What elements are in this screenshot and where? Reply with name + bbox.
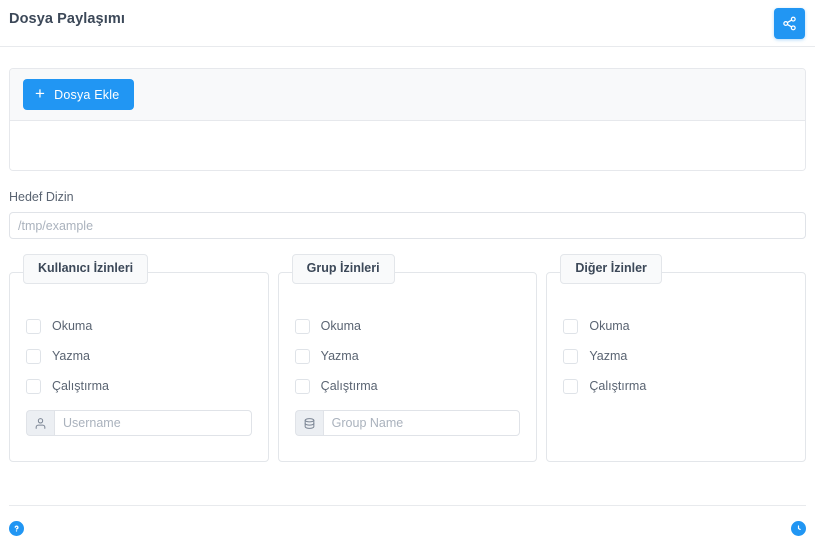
- groupname-input[interactable]: [322, 410, 521, 436]
- group-perm-execute-checkbox[interactable]: [294, 378, 310, 394]
- group-perm-read-checkbox[interactable]: [294, 318, 310, 334]
- group-perm-write-checkbox[interactable]: [294, 348, 310, 364]
- group-perm-write-row[interactable]: Yazma: [294, 341, 521, 371]
- user-perm-execute-label: Çalıştırma: [52, 379, 109, 393]
- other-permissions-fieldset: Diğer İzinler Okuma Yazma Çalıştırma: [546, 254, 807, 462]
- group-permissions-fieldset: Grup İzinleri Okuma Yazma Çalıştırma: [277, 254, 538, 462]
- group-perm-read-row[interactable]: Okuma: [294, 311, 521, 341]
- page-title: Dosya Paylaşımı: [9, 11, 125, 27]
- group-perm-read-label: Okuma: [320, 319, 361, 333]
- target-dir-label: Hedef Dizin: [9, 190, 74, 204]
- username-input-group: [26, 410, 252, 436]
- group-perm-execute-row[interactable]: Çalıştırma: [294, 371, 521, 401]
- other-perm-read-label: Okuma: [589, 319, 630, 333]
- database-icon: [294, 410, 323, 436]
- group-perm-execute-label: Çalıştırma: [320, 379, 378, 393]
- add-file-button[interactable]: + Dosya Ekle: [23, 79, 135, 110]
- file-list-card: + Dosya Ekle: [9, 68, 806, 171]
- user-perm-read-checkbox[interactable]: [26, 318, 41, 334]
- other-permissions-body: Okuma Yazma Çalıştırma: [547, 311, 805, 401]
- clock-circle-icon: [793, 523, 804, 534]
- file-list-toolbar: + Dosya Ekle: [10, 69, 805, 121]
- permissions-row: Kullanıcı İzinleri Okuma Yazma Çalıştırm…: [9, 254, 807, 462]
- target-dir-input[interactable]: [9, 212, 806, 239]
- user-icon: [26, 410, 54, 436]
- other-perm-execute-checkbox[interactable]: [563, 378, 579, 394]
- other-permissions-legend: Diğer İzinler: [560, 254, 662, 284]
- user-perm-write-checkbox[interactable]: [26, 348, 41, 364]
- add-file-button-label: Dosya Ekle: [54, 87, 120, 102]
- user-perm-execute-row[interactable]: Çalıştırma: [26, 371, 252, 401]
- other-perm-write-checkbox[interactable]: [563, 348, 579, 364]
- group-perm-write-label: Yazma: [320, 349, 359, 363]
- other-perm-execute-label: Çalıştırma: [589, 379, 647, 393]
- groupname-input-group: [294, 410, 521, 436]
- group-permissions-legend: Grup İzinleri: [291, 254, 395, 284]
- history-button[interactable]: [791, 521, 806, 536]
- plus-icon: +: [35, 84, 46, 103]
- user-perm-read-row[interactable]: Okuma: [26, 311, 252, 341]
- other-perm-write-label: Yazma: [589, 349, 628, 363]
- user-perm-read-label: Okuma: [52, 319, 93, 333]
- share-icon: [782, 16, 797, 31]
- other-perm-read-checkbox[interactable]: [563, 318, 579, 334]
- other-perm-read-row[interactable]: Okuma: [563, 311, 789, 341]
- footer-divider: [9, 505, 806, 506]
- other-perm-execute-row[interactable]: Çalıştırma: [563, 371, 789, 401]
- help-circle-icon: [11, 523, 22, 534]
- file-sharing-page: Dosya Paylaşımı + Dosya Ekle Hedef Dizin…: [0, 0, 815, 550]
- group-permissions-body: Okuma Yazma Çalıştırma: [279, 311, 537, 436]
- user-perm-write-row[interactable]: Yazma: [26, 341, 252, 371]
- user-perm-execute-checkbox[interactable]: [26, 378, 41, 394]
- file-list-body: [10, 121, 805, 170]
- page-header: Dosya Paylaşımı: [0, 0, 815, 47]
- user-permissions-body: Okuma Yazma Çalıştırma: [10, 311, 268, 436]
- user-perm-write-label: Yazma: [52, 349, 90, 363]
- user-permissions-legend: Kullanıcı İzinleri: [23, 254, 149, 284]
- help-button[interactable]: [9, 521, 24, 536]
- other-perm-write-row[interactable]: Yazma: [563, 341, 789, 371]
- username-input[interactable]: [54, 410, 252, 436]
- share-button[interactable]: [774, 8, 805, 39]
- user-permissions-fieldset: Kullanıcı İzinleri Okuma Yazma Çalıştırm…: [9, 254, 269, 462]
